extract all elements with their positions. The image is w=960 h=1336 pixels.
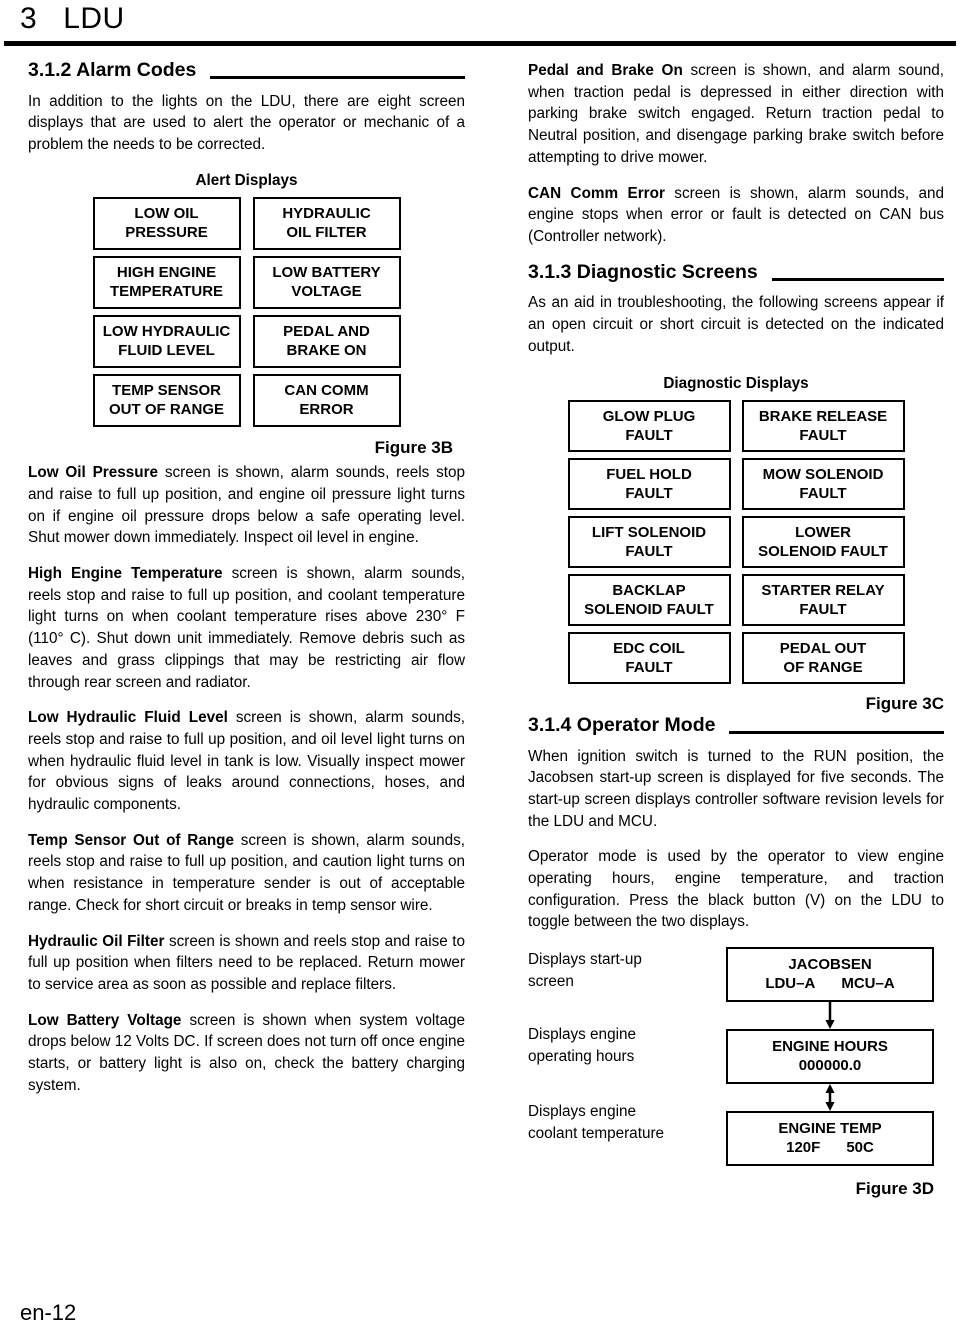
diagnostic-box: MOW SOLENOID FAULT (741, 458, 905, 511)
figure-caption-3c: Figure 3C (865, 694, 944, 714)
paragraph-temp-sensor-out-of-range: Temp Sensor Out of Range screen is shown… (28, 830, 465, 917)
arrow-down-icon (825, 1002, 835, 1030)
operator-mode-paragraph-2: Operator mode is used by the operator to… (528, 848, 944, 931)
screen-line-2: 000000.0 (728, 1056, 932, 1075)
screen-value-hours: 000000.0 (798, 1057, 862, 1075)
diagnostic-screens-intro-paragraph: As an aid in troubleshooting, the follow… (528, 294, 944, 355)
paragraph-lead: Pedal and Brake On (528, 62, 683, 79)
alert-displays-column-2: HYDRAULIC OIL FILTER LOW BATTERY VOLTAGE P… (252, 196, 401, 427)
screen-box-startup: JACOBSEN LDU–A MCU–A (726, 947, 934, 1003)
operator-mode-paragraph-1: When ignition switch is turned to the RU… (528, 747, 944, 830)
paragraph-lead: Temp Sensor Out of Range (28, 831, 235, 849)
alert-displays-grid: LOW OIL PRESSURE HIGH ENGINE TEMPERATURE L… (28, 196, 465, 427)
diagnostic-box: LIFT SOLENOID FAULT (567, 516, 731, 569)
alert-box: LOW HYDRAULIC FLUID LEVEL (92, 314, 241, 368)
paragraph-hydraulic-oil-filter: Hydraulic Oil Filter screen is shown and… (28, 931, 465, 996)
screen-line-2: LDU–A MCU–A (728, 974, 932, 993)
flow-label-startup: Displays start-up screen (528, 951, 642, 990)
diagnostic-box: BACKLAP SOLENOID FAULT (567, 574, 731, 627)
alert-box: HIGH ENGINE TEMPERATURE (92, 255, 241, 309)
paragraph-lead: CAN Comm Error (528, 184, 665, 202)
right-column: Pedal and Brake On screen is shown, and … (528, 60, 944, 1200)
screen-value-temp-c: 50C (846, 1139, 874, 1157)
figure-caption-3d: Figure 3D (855, 1179, 934, 1199)
paragraph-can-comm-error: CAN Comm Error screen is shown, alarm so… (528, 183, 944, 248)
screen-line-2: 120F 50C (728, 1138, 932, 1157)
figure-caption-3b: Figure 3B (374, 437, 453, 457)
flow-label-engine-hours: Displays engine operating hours (528, 1026, 636, 1065)
diagnostic-displays-figure: Diagnostic Displays GLOW PLUG FAULT FUEL … (528, 373, 944, 714)
screen-line-1: ENGINE TEMP (778, 1120, 882, 1138)
alert-box: CAN COMM ERROR (252, 373, 401, 427)
header-divider-rule (4, 41, 956, 46)
section-heading-diagnostic-screens: 3.1.3 Diagnostic Screens (528, 260, 944, 284)
diagnostic-box: FUEL HOLD FAULT (567, 458, 731, 511)
page-header: 3 LDU (20, 2, 940, 36)
diagnostic-displays-column-1: GLOW PLUG FAULT FUEL HOLD FAULT LIFT SOLEN… (567, 400, 731, 685)
screen-line-1: ENGINE HOURS (772, 1038, 888, 1056)
diagnostic-displays-title: Diagnostic Displays (663, 375, 809, 393)
diagnostic-box: GLOW PLUG FAULT (567, 400, 731, 453)
paragraph-high-engine-temperature: High Engine Temperature screen is shown,… (28, 563, 465, 693)
alert-box: HYDRAULIC OIL FILTER (252, 196, 401, 250)
paragraph-text: screen is shown, alarm sounds, reels sto… (28, 565, 465, 691)
diagnostic-displays-grid: GLOW PLUG FAULT FUEL HOLD FAULT LIFT SOLEN… (528, 400, 944, 685)
section-heading-alarm-codes-text: 3.1.2 Alarm Codes (28, 59, 197, 81)
section-heading-operator-mode: 3.1.4 Operator Mode (528, 713, 944, 737)
paragraph-lead: Low Oil Pressure (28, 464, 159, 482)
left-column: 3.1.2 Alarm Codes In addition to the lig… (28, 59, 465, 1097)
paragraph-low-oil-pressure: Low Oil Pressure screen is shown, alarm … (28, 462, 465, 549)
paragraph-pedal-and-brake-on: Pedal and Brake On screen is shown, and … (528, 60, 944, 169)
section-heading-rule (771, 277, 944, 281)
page-footer: en-12 (20, 1300, 77, 1325)
screen-box-engine-hours: ENGINE HOURS 000000.0 (726, 1029, 934, 1085)
screen-line-1: JACOBSEN (788, 956, 872, 974)
paragraph-lead: Hydraulic Oil Filter (28, 932, 165, 950)
diagnostic-box: LOWER SOLENOID FAULT (741, 516, 905, 569)
alarm-codes-intro-paragraph: In addition to the lights on the LDU, th… (28, 92, 465, 154)
screen-value-mcu: MCU–A (841, 975, 895, 993)
screen-box-engine-temp: ENGINE TEMP 120F 50C (726, 1111, 934, 1167)
diagnostic-displays-column-2: BRAKE RELEASE FAULT MOW SOLENOID FAULT LOW… (741, 400, 905, 685)
paragraph-lead: High Engine Temperature (28, 565, 223, 583)
paragraph-lead: Low Battery Voltage (28, 1011, 182, 1029)
chapter-heading: 3 LDU (20, 2, 940, 36)
section-heading-alarm-codes: 3.1.2 Alarm Codes (28, 59, 465, 82)
flow-label-engine-temp: Displays engine coolant temperature (528, 1103, 665, 1142)
alert-box: LOW BATTERY VOLTAGE (252, 255, 401, 309)
section-heading-operator-mode-text: 3.1.4 Operator Mode (528, 713, 716, 736)
chapter-number: 3 (20, 2, 38, 35)
screen-value-temp-f: 120F (786, 1139, 821, 1157)
alert-displays-title: Alert Displays (195, 171, 298, 189)
alert-displays-figure: Alert Displays LOW OIL PRESSURE HIGH ENGI… (28, 170, 465, 458)
paragraph-lead: Low Hydraulic Fluid Level (28, 709, 228, 727)
section-heading-diagnostic-screens-text: 3.1.3 Diagnostic Screens (528, 260, 758, 283)
paragraph-low-battery-voltage: Low Battery Voltage screen is shown when… (28, 1010, 465, 1097)
diagnostic-box: BRAKE RELEASE FAULT (741, 400, 905, 453)
alert-box: LOW OIL PRESSURE (92, 196, 241, 250)
alert-box: TEMP SENSOR OUT OF RANGE (92, 373, 241, 427)
diagnostic-box: EDC COIL FAULT (567, 632, 731, 685)
diagnostic-box: STARTER RELAY FAULT (741, 574, 905, 627)
section-heading-rule (210, 76, 465, 80)
screen-value-ldu: LDU–A (765, 975, 816, 993)
arrow-up-down-icon (825, 1084, 835, 1112)
flow-boxes: JACOBSEN LDU–A MCU–A ENGINE HOURS 000000… (726, 947, 934, 1200)
chapter-title: LDU (63, 2, 125, 35)
alert-box: PEDAL AND BRAKE ON (252, 314, 401, 368)
flow-labels: Displays start-up screen Displays engine o… (528, 947, 718, 1176)
alert-displays-column-1: LOW OIL PRESSURE HIGH ENGINE TEMPERATURE L… (92, 196, 241, 427)
diagnostic-box: PEDAL OUT OF RANGE (741, 632, 905, 685)
paragraph-low-hydraulic-fluid-level: Low Hydraulic Fluid Level screen is show… (28, 707, 465, 816)
section-heading-rule (729, 731, 944, 735)
operator-mode-flow-figure: Displays start-up screen Displays engine o… (528, 947, 944, 1200)
